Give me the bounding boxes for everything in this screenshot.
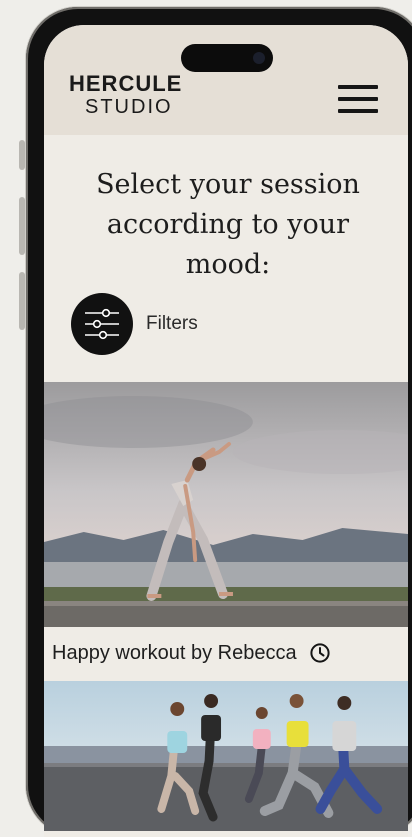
- phone-screen: HERCULE STUDIO Select your session accor…: [44, 25, 408, 837]
- group-workout-photo[interactable]: [44, 681, 408, 831]
- phone-volume-up-button: [19, 197, 25, 255]
- session-title: Happy workout by Rebecca: [52, 641, 297, 664]
- phone-frame: HERCULE STUDIO Select your session accor…: [26, 7, 412, 837]
- hamburger-menu-icon[interactable]: [338, 85, 378, 113]
- yoga-session-photo[interactable]: [44, 382, 408, 627]
- brand-name-line2: STUDIO: [85, 96, 173, 118]
- filters-label: Filters: [146, 313, 198, 334]
- phone-volume-down-button: [19, 272, 25, 330]
- filters-button[interactable]: Filters: [71, 293, 198, 355]
- page-title: Select your session according to your mo…: [96, 169, 360, 280]
- sliders-icon[interactable]: [71, 293, 133, 355]
- brand-name-line1: HERCULE: [69, 71, 183, 96]
- dynamic-island: [181, 44, 273, 72]
- brand-logo[interactable]: HERCULE STUDIO: [69, 71, 183, 118]
- phone-action-button: [19, 140, 25, 170]
- session-card-caption[interactable]: Happy workout by Rebecca: [44, 629, 408, 677]
- clock-icon[interactable]: [309, 642, 331, 664]
- app-header: HERCULE STUDIO: [44, 25, 408, 135]
